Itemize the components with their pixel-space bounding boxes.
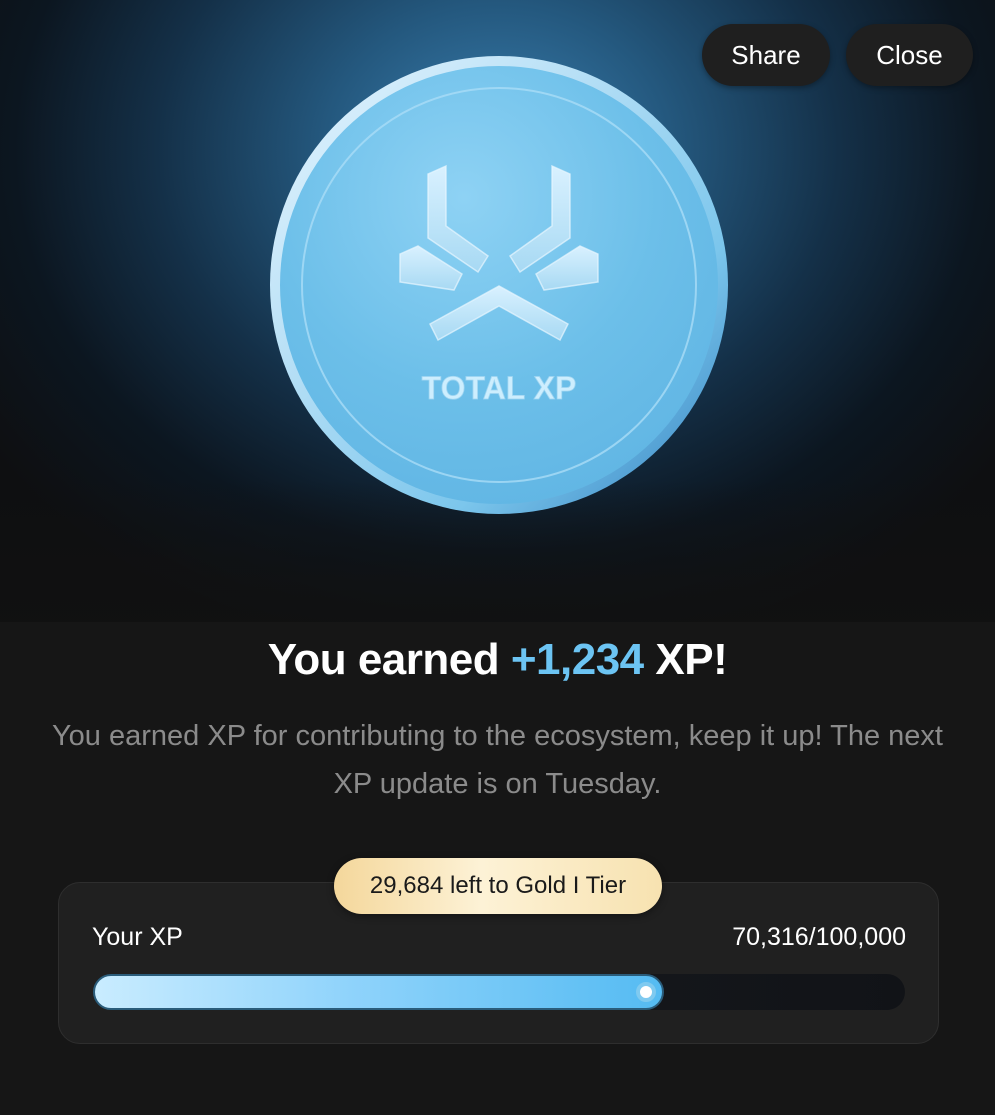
your-xp-label: Your XP — [92, 923, 183, 951]
xp-progress-knob — [636, 982, 656, 1002]
coin-graphic: TOTAL XP — [270, 56, 728, 514]
total-xp-coin: TOTAL XP — [268, 54, 730, 516]
headline-suffix: XP! — [643, 635, 728, 684]
earned-headline: You earned +1,234 XP! — [0, 632, 995, 688]
xp-progress-fill — [93, 974, 664, 1010]
xp-progress-track — [93, 974, 905, 1010]
xp-earned-modal: Share Close TOTAL XP You earned +1,234 X… — [0, 0, 995, 1115]
xp-value: 70,316/100,000 — [732, 923, 906, 951]
earned-description: You earned XP for contributing to the ec… — [52, 720, 943, 800]
close-button[interactable]: Close — [846, 24, 973, 86]
headline-prefix: You earned — [267, 635, 511, 684]
tier-remaining-badge: 29,684 left to Gold I Tier — [334, 858, 662, 914]
coin-label: TOTAL XP — [422, 370, 577, 406]
earned-amount: +1,234 — [510, 635, 644, 684]
